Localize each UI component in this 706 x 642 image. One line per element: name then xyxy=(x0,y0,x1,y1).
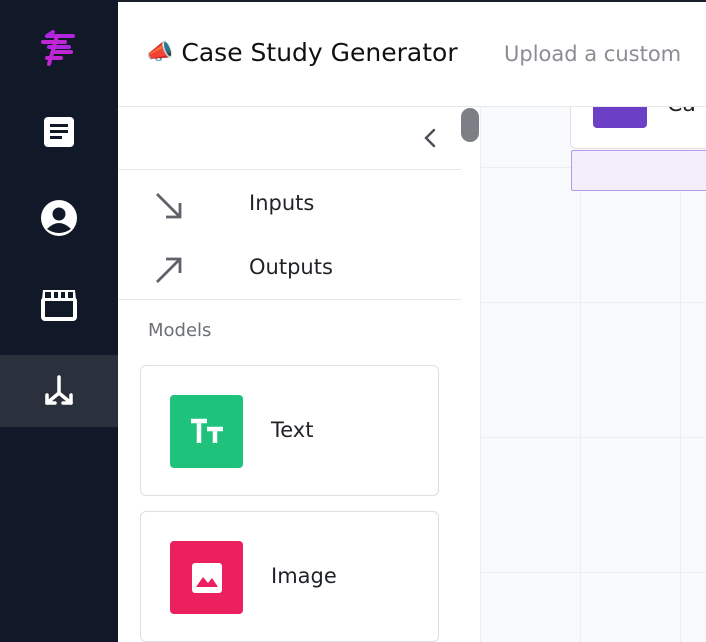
node-accent-icon xyxy=(593,107,647,128)
page-subtitle: Upload a custom xyxy=(504,42,682,66)
page-title: 📣 Case Study Generator xyxy=(146,38,458,67)
arrow-up-right-icon xyxy=(156,257,182,283)
outputs-item[interactable]: Outputs xyxy=(118,235,461,299)
text-model-tile xyxy=(170,395,243,468)
divider xyxy=(118,299,461,300)
nav-rail xyxy=(0,0,118,642)
megaphone-icon: 📣 xyxy=(146,40,174,65)
nav-workflows[interactable] xyxy=(0,355,118,427)
node-library-panel: Inputs Outputs Models Text Image xyxy=(118,107,480,642)
model-card-text[interactable]: Text xyxy=(140,365,439,496)
inputs-label: Inputs xyxy=(249,191,315,215)
panel-header xyxy=(118,107,461,170)
model-card-image[interactable]: Image xyxy=(140,511,439,642)
nav-documents[interactable] xyxy=(0,96,118,168)
outputs-label: Outputs xyxy=(249,255,333,279)
document-icon xyxy=(44,117,74,147)
image-icon xyxy=(191,562,222,593)
models-section-label: Models xyxy=(148,320,212,341)
user-icon xyxy=(41,200,77,236)
nav-logo[interactable] xyxy=(0,12,118,84)
logo-icon xyxy=(41,30,75,66)
collapse-panel-button[interactable] xyxy=(418,124,442,152)
node-drop-zone[interactable] xyxy=(571,150,706,191)
page-title-text: Case Study Generator xyxy=(181,38,458,67)
workflow-node[interactable]: Ca xyxy=(570,107,706,149)
text-icon xyxy=(190,418,223,443)
node-label: Ca xyxy=(667,107,696,117)
workflow-canvas[interactable]: Ca xyxy=(480,107,706,642)
workflow-icon xyxy=(45,375,73,405)
store-icon xyxy=(41,290,77,321)
panel-scrollbar-thumb[interactable] xyxy=(461,108,479,142)
inputs-item[interactable]: Inputs xyxy=(118,171,461,235)
model-card-image-label: Image xyxy=(271,564,337,588)
app-header: 📣 Case Study Generator Upload a custom xyxy=(118,2,706,107)
chevron-left-icon xyxy=(424,128,436,148)
model-card-text-label: Text xyxy=(271,418,314,442)
nav-profile[interactable] xyxy=(0,182,118,254)
nav-store[interactable] xyxy=(0,268,118,340)
image-model-tile xyxy=(170,541,243,614)
arrow-down-right-icon xyxy=(156,193,182,219)
panel-scrollbar-track xyxy=(461,107,480,642)
